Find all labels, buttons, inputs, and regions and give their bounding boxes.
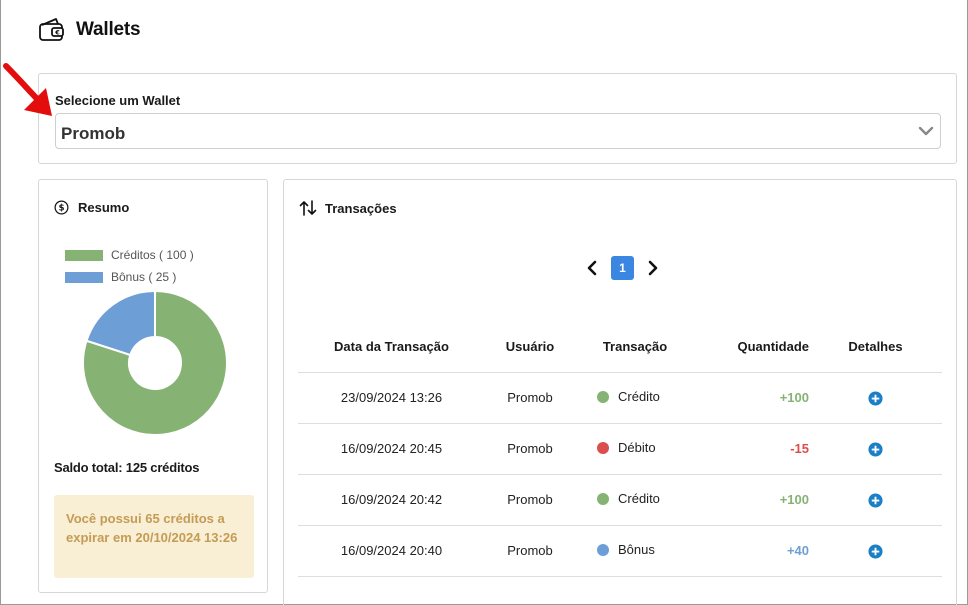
cell-quantity: +40 xyxy=(695,525,809,577)
cell-user: Promob xyxy=(485,372,575,424)
details-plus-icon[interactable] xyxy=(868,544,883,559)
cell-user: Promob xyxy=(485,525,575,577)
table-row: 16/09/2024 20:42 Promob Crédito +100 xyxy=(298,474,942,526)
cell-details xyxy=(809,423,942,475)
cell-date: 23/09/2024 13:26 xyxy=(298,372,485,424)
page-title: Wallets xyxy=(76,19,141,40)
cell-date: 16/09/2024 20:42 xyxy=(298,474,485,526)
sort-arrows-icon xyxy=(299,200,317,216)
cell-details xyxy=(809,474,942,526)
transaction-type: Bônus xyxy=(618,542,655,558)
table-header-row: Data da Transação Usuário Transação Quan… xyxy=(298,321,942,373)
red-arrow-annotation-icon xyxy=(3,63,52,116)
svg-text:$: $ xyxy=(59,203,65,213)
status-dot xyxy=(597,390,609,403)
status-dot xyxy=(597,441,609,454)
cell-transaction: Crédito xyxy=(575,474,695,526)
table-row: 16/09/2024 20:40 Promob Bônus +40 xyxy=(298,525,942,577)
pagination-page-button[interactable]: 1 xyxy=(611,256,634,280)
cell-date: 16/09/2024 20:45 xyxy=(298,423,485,475)
legend-label-creditos: Créditos ( 100 ) xyxy=(111,248,194,262)
legend-swatch-bonus xyxy=(65,271,103,283)
cell-transaction: Bônus xyxy=(575,525,695,577)
legend-item-bonus[interactable]: Bônus ( 25 ) xyxy=(65,266,194,288)
legend-label-bonus: Bônus ( 25 ) xyxy=(111,270,177,284)
table-row: 23/09/2024 13:26 Promob Crédito +100 xyxy=(298,372,942,424)
page-header: € Wallets xyxy=(38,16,141,44)
cell-date: 16/09/2024 20:40 xyxy=(298,525,485,577)
cell-user: Promob xyxy=(485,423,575,475)
transacoes-title: Transações xyxy=(299,200,397,216)
details-plus-icon[interactable] xyxy=(868,442,883,457)
cell-quantity: +100 xyxy=(695,474,809,526)
chevron-right-icon[interactable] xyxy=(645,260,661,276)
pagination: 1 xyxy=(584,256,661,280)
dollar-coin-icon: $ xyxy=(54,200,69,215)
legend-item-creditos[interactable]: Créditos ( 100 ) xyxy=(65,244,194,266)
chevron-left-icon[interactable] xyxy=(584,260,600,276)
donut-chart xyxy=(82,289,228,436)
wallet-select-label: Selecione um Wallet xyxy=(55,93,181,108)
column-header-details: Detalhes xyxy=(809,321,942,373)
svg-text:€: € xyxy=(54,29,60,37)
legend-swatch-creditos xyxy=(65,249,103,261)
resumo-title: $ Resumo xyxy=(54,200,129,215)
cell-quantity: -15 xyxy=(695,423,809,475)
wallet-icon: € xyxy=(39,18,64,41)
transacoes-card: Transações 1 Data da Transação Usuário T… xyxy=(283,179,957,605)
expiration-alert: Você possui 65 créditos a expirar em 20/… xyxy=(54,495,254,578)
table-row: 16/09/2024 20:45 Promob Débito -15 xyxy=(298,423,942,475)
transactions-table: Data da Transação Usuário Transação Quan… xyxy=(298,321,942,577)
column-header-user: Usuário xyxy=(485,321,575,373)
transaction-type: Débito xyxy=(618,440,656,456)
cell-transaction: Crédito xyxy=(575,372,695,424)
resumo-card: $ Resumo Créditos ( 100 ) Bônus ( 25 ) S… xyxy=(38,179,268,593)
cell-transaction: Débito xyxy=(575,423,695,475)
wallet-select-value: Promob xyxy=(61,124,126,143)
status-dot xyxy=(597,543,609,556)
transaction-type: Crédito xyxy=(618,491,660,507)
cell-user: Promob xyxy=(485,474,575,526)
column-header-quantity: Quantidade xyxy=(695,321,809,373)
details-plus-icon[interactable] xyxy=(868,493,883,508)
column-header-date: Data da Transação xyxy=(298,321,485,373)
wallet-select[interactable]: Promob xyxy=(55,113,941,149)
chart-legend: Créditos ( 100 ) Bônus ( 25 ) xyxy=(65,244,194,288)
cell-quantity: +100 xyxy=(695,372,809,424)
cell-details xyxy=(809,525,942,577)
details-plus-icon[interactable] xyxy=(868,391,883,406)
chevron-down-icon xyxy=(918,126,934,136)
saldo-total: Saldo total: 125 créditos xyxy=(54,460,200,475)
transacoes-title-text: Transações xyxy=(325,200,397,216)
wallet-select-card: Selecione um Wallet Promob xyxy=(38,73,957,164)
resumo-title-text: Resumo xyxy=(78,200,130,215)
column-header-transaction: Transação xyxy=(575,321,695,373)
transaction-type: Crédito xyxy=(618,389,660,405)
status-dot xyxy=(597,492,609,505)
cell-details xyxy=(809,372,942,424)
